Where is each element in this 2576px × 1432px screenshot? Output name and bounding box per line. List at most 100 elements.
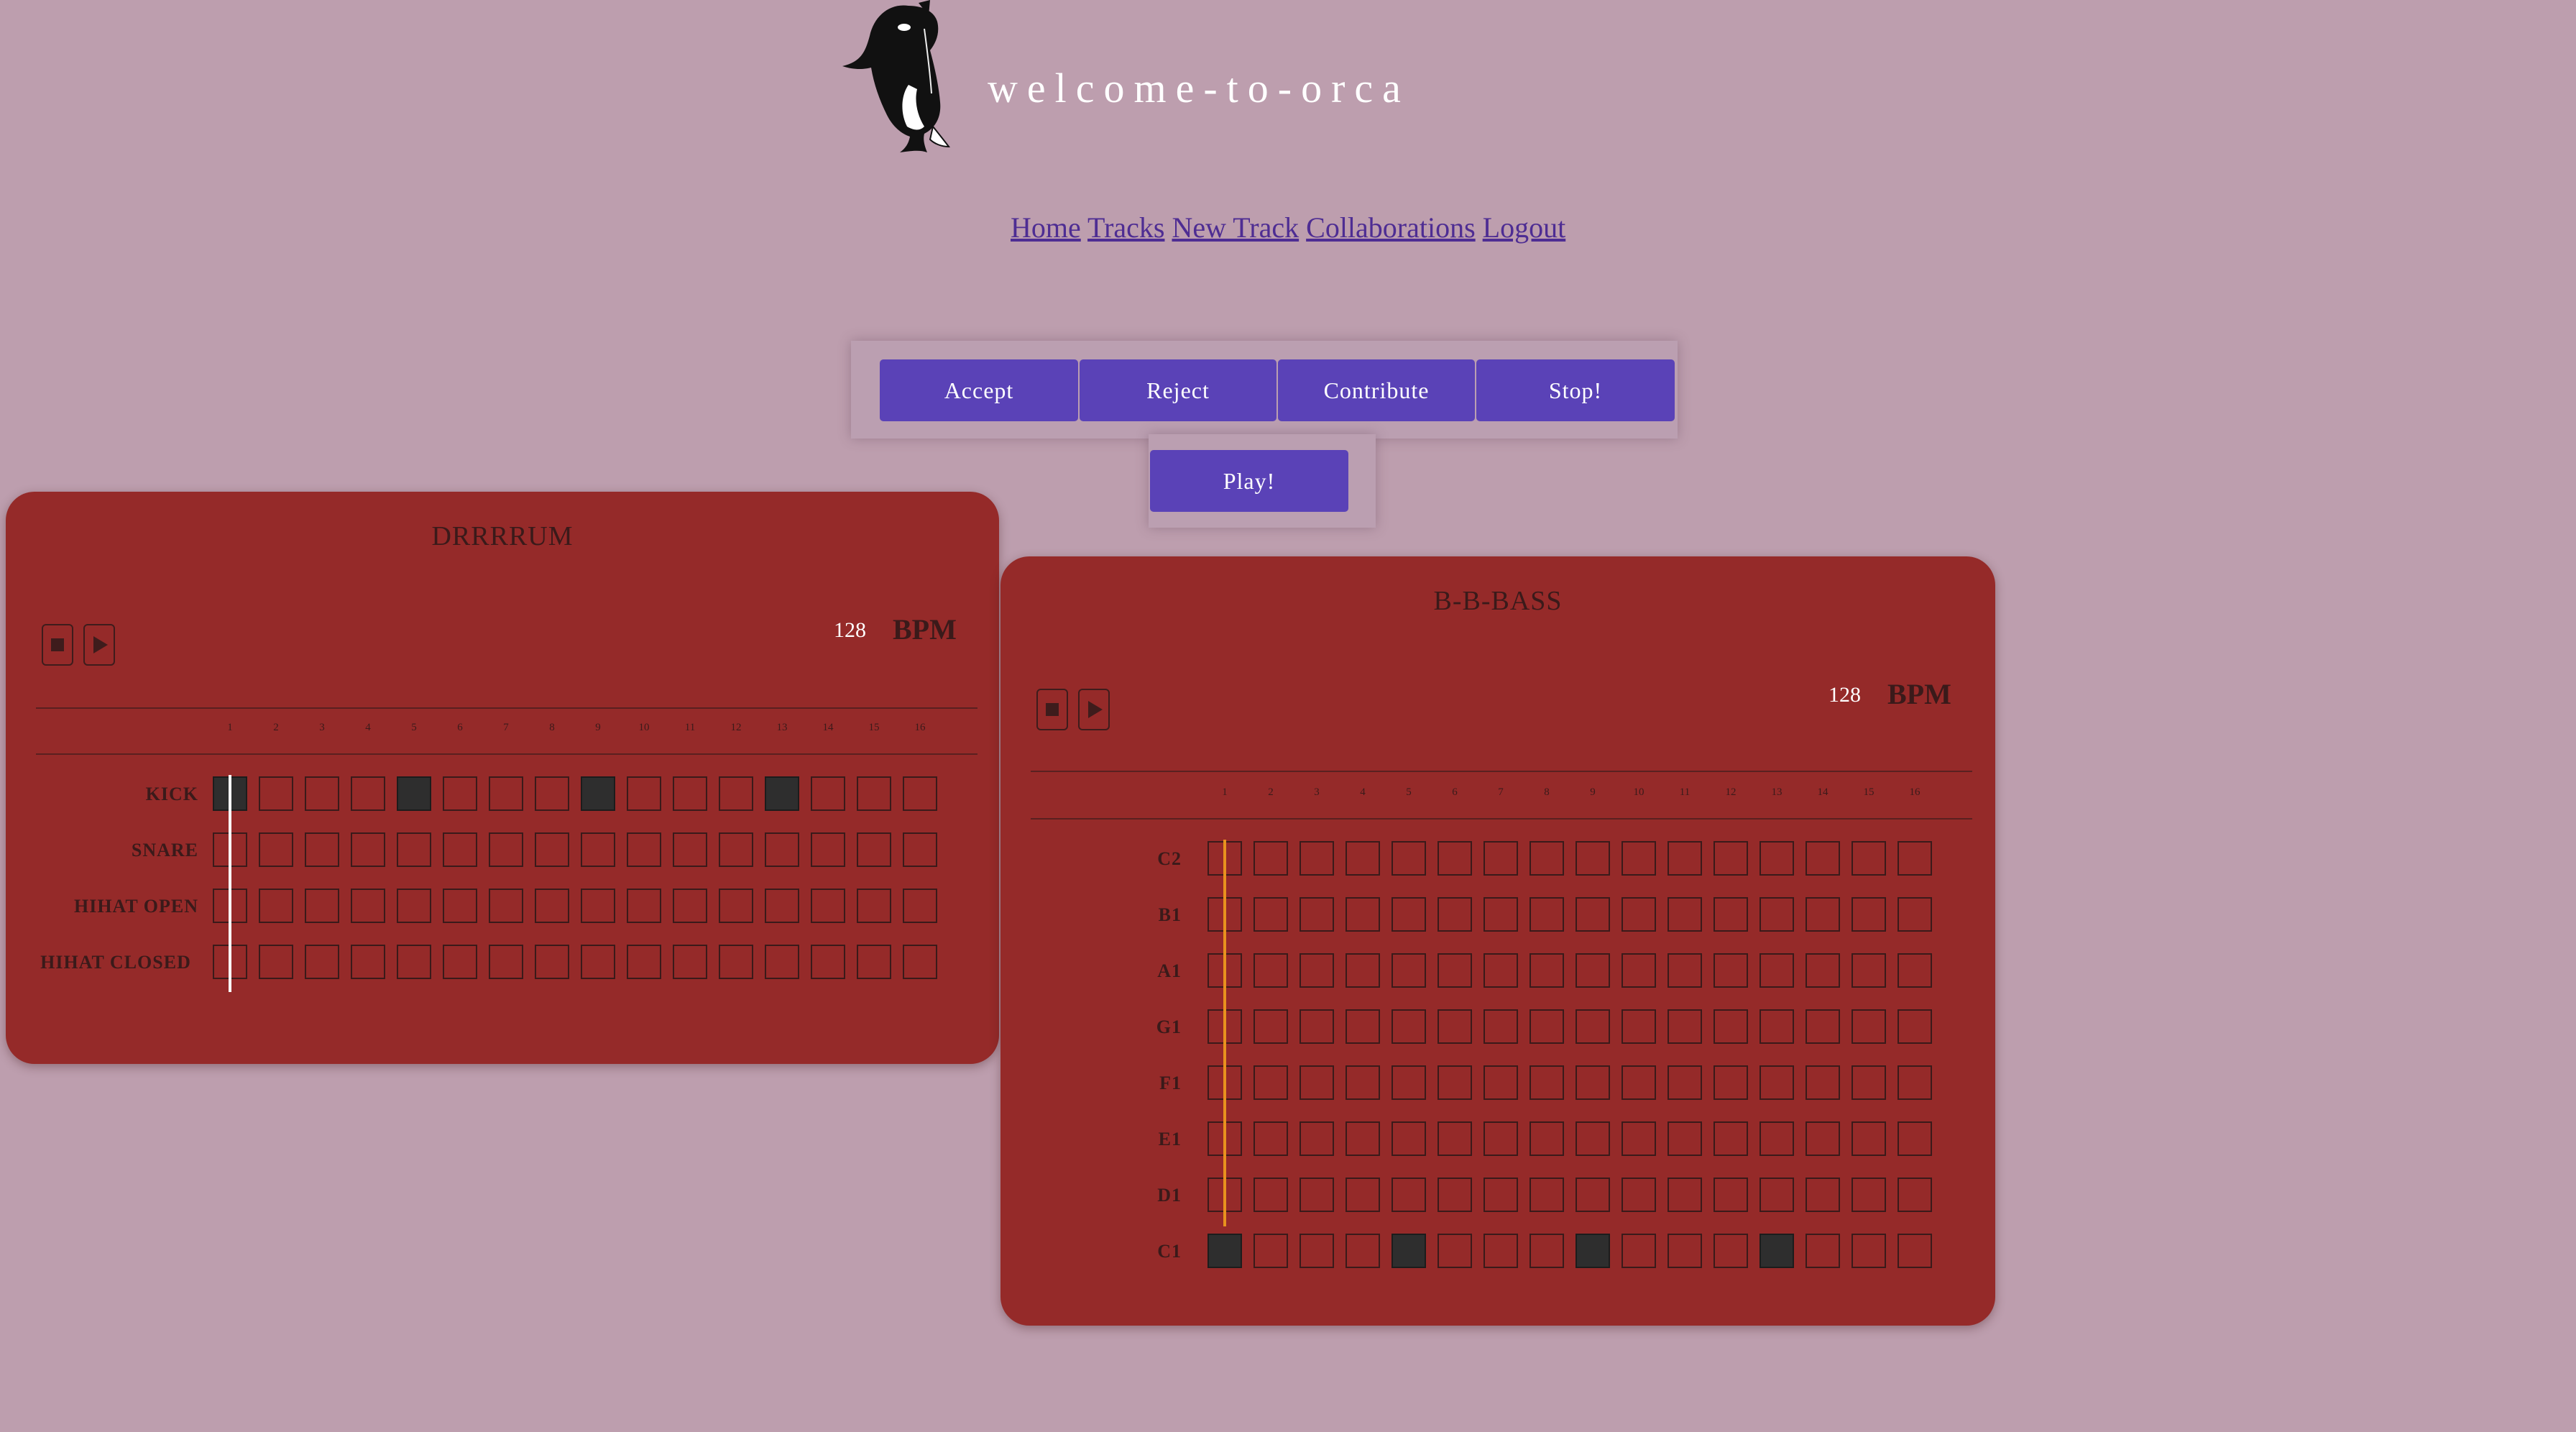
step-cell[interactable] [1438,953,1472,988]
step-cell[interactable] [535,889,569,923]
step-cell[interactable] [857,889,891,923]
step-cell[interactable] [1530,1009,1564,1044]
step-cell[interactable] [1576,1121,1610,1156]
step-cell[interactable] [1300,1121,1334,1156]
step-cell[interactable] [1254,953,1288,988]
step-cell[interactable] [1254,1234,1288,1268]
step-cell[interactable] [765,889,799,923]
step-cell[interactable] [1346,841,1380,876]
step-cell[interactable] [1668,1009,1702,1044]
step-cell[interactable] [1668,1234,1702,1268]
step-cell[interactable] [627,832,661,867]
step-cell[interactable] [397,945,431,979]
step-cell[interactable] [1346,1121,1380,1156]
step-cell[interactable] [259,945,293,979]
step-cell[interactable] [305,889,339,923]
step-cell[interactable] [1300,1234,1334,1268]
step-cell[interactable] [489,945,523,979]
step-cell[interactable] [1622,953,1656,988]
step-cell[interactable] [1760,1234,1794,1268]
step-cell[interactable] [1254,841,1288,876]
step-cell[interactable] [581,832,615,867]
step-cell[interactable] [1346,1009,1380,1044]
step-cell[interactable] [627,889,661,923]
step-cell[interactable] [443,889,477,923]
step-cell[interactable] [811,889,845,923]
step-cell[interactable] [397,889,431,923]
step-cell[interactable] [719,832,753,867]
step-cell[interactable] [1254,1065,1288,1100]
step-cell[interactable] [535,776,569,811]
step-cell[interactable] [1852,1178,1886,1212]
step-cell[interactable] [1392,1009,1426,1044]
step-cell[interactable] [1852,953,1886,988]
step-cell[interactable] [1438,1234,1472,1268]
step-cell[interactable] [1898,897,1932,932]
step-cell[interactable] [1392,1234,1426,1268]
step-cell[interactable] [1852,841,1886,876]
step-cell[interactable] [443,776,477,811]
step-cell[interactable] [1760,897,1794,932]
contribute-button[interactable]: Contribute [1278,359,1475,421]
step-cell[interactable] [1898,1009,1932,1044]
step-cell[interactable] [351,832,385,867]
step-cell[interactable] [1346,1065,1380,1100]
step-cell[interactable] [1300,1009,1334,1044]
step-cell[interactable] [489,832,523,867]
step-cell[interactable] [1760,1178,1794,1212]
step-cell[interactable] [535,832,569,867]
step-cell[interactable] [1484,1009,1518,1044]
step-cell[interactable] [811,776,845,811]
step-cell[interactable] [1254,1009,1288,1044]
step-cell[interactable] [1576,1178,1610,1212]
step-cell[interactable] [581,889,615,923]
step-cell[interactable] [1852,1121,1886,1156]
step-cell[interactable] [1438,1178,1472,1212]
step-cell[interactable] [627,776,661,811]
step-cell[interactable] [1530,1121,1564,1156]
step-cell[interactable] [397,832,431,867]
step-cell[interactable] [443,832,477,867]
step-cell[interactable] [719,776,753,811]
step-cell[interactable] [1852,1065,1886,1100]
step-cell[interactable] [1484,1178,1518,1212]
step-cell[interactable] [1806,1009,1840,1044]
step-cell[interactable] [1346,953,1380,988]
step-cell[interactable] [1760,1121,1794,1156]
step-cell[interactable] [351,889,385,923]
step-cell[interactable] [1852,897,1886,932]
step-cell[interactable] [1576,1009,1610,1044]
step-cell[interactable] [1530,897,1564,932]
step-cell[interactable] [1668,1065,1702,1100]
step-cell[interactable] [1668,1121,1702,1156]
step-cell[interactable] [1622,897,1656,932]
step-cell[interactable] [1806,1178,1840,1212]
step-cell[interactable] [1392,841,1426,876]
track-stop-button[interactable] [42,624,73,666]
step-cell[interactable] [673,889,707,923]
step-cell[interactable] [1484,953,1518,988]
step-cell[interactable] [1346,897,1380,932]
step-cell[interactable] [673,945,707,979]
step-cell[interactable] [1622,1009,1656,1044]
step-cell[interactable] [1300,841,1334,876]
step-cell[interactable] [1392,953,1426,988]
step-cell[interactable] [581,776,615,811]
step-cell[interactable] [1392,1178,1426,1212]
step-cell[interactable] [1806,841,1840,876]
accept-button[interactable]: Accept [880,359,1078,421]
step-cell[interactable] [903,776,937,811]
step-cell[interactable] [1530,1065,1564,1100]
step-cell[interactable] [1300,1065,1334,1100]
step-cell[interactable] [765,832,799,867]
step-cell[interactable] [535,945,569,979]
step-cell[interactable] [351,945,385,979]
step-cell[interactable] [1806,897,1840,932]
nav-collaborations-link[interactable]: Collaborations [1306,211,1476,244]
step-cell[interactable] [305,776,339,811]
step-cell[interactable] [673,776,707,811]
track-stop-button[interactable] [1036,689,1068,730]
step-cell[interactable] [1576,897,1610,932]
step-cell[interactable] [1714,1234,1748,1268]
step-cell[interactable] [1254,897,1288,932]
